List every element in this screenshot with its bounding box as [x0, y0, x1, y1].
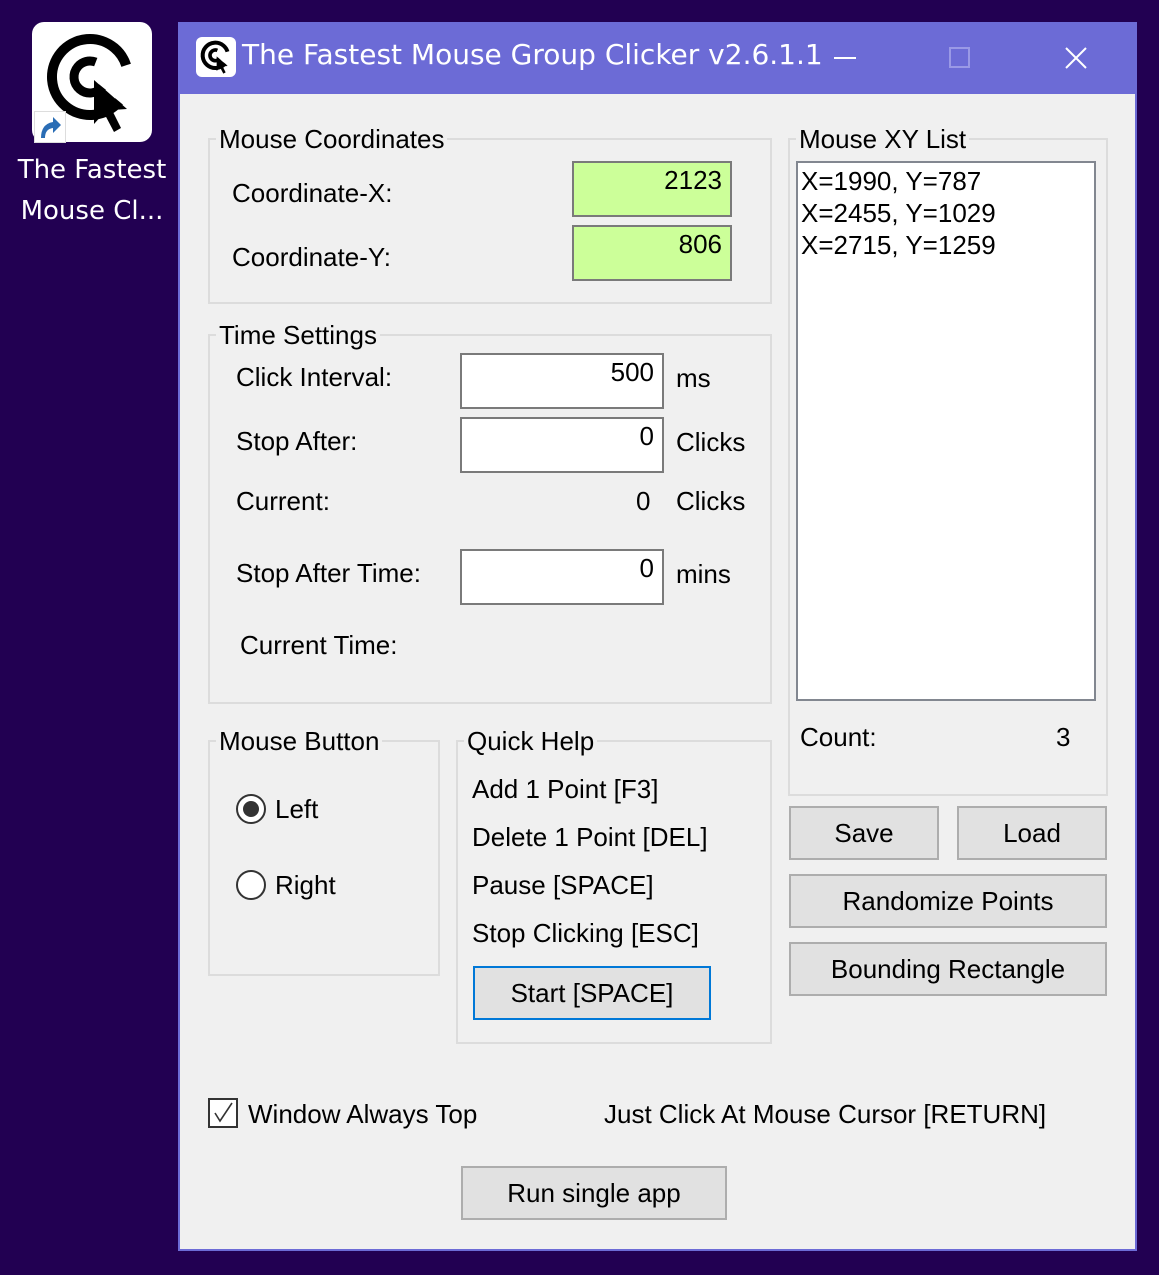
help-stop-clicking: Stop Clicking [ESC]	[472, 918, 699, 948]
stop-after-unit: Clicks	[676, 427, 746, 457]
mouse-xy-list-title: Mouse XY List	[796, 124, 970, 154]
title-bar[interactable]: The Fastest Mouse Group Clicker v2.6.1.1	[178, 22, 1137, 94]
randomize-points-button[interactable]: Randomize Points	[789, 874, 1107, 928]
help-delete-point: Delete 1 Point [DEL]	[472, 822, 708, 852]
radio-right-circle[interactable]	[236, 870, 266, 900]
radio-left[interactable]: Left	[236, 792, 416, 826]
count-value: 3	[1056, 722, 1071, 752]
mouse-button-title: Mouse Button	[216, 726, 383, 756]
desktop-shortcut-label[interactable]: The Fastest Mouse Cl...	[10, 150, 174, 232]
just-click-label: Just Click At Mouse Cursor [RETURN]	[604, 1099, 1047, 1129]
radio-right[interactable]: Right	[236, 868, 416, 902]
list-item[interactable]: X=1990, Y=787	[801, 165, 1091, 197]
checkbox-box[interactable]	[208, 1098, 238, 1128]
load-button[interactable]: Load	[957, 806, 1107, 860]
window-always-top-checkbox[interactable]: Window Always Top	[208, 1096, 508, 1132]
window-always-top-label: Window Always Top	[248, 1099, 478, 1129]
coordinate-x-field: 2123	[572, 161, 732, 217]
shortcut-label-line1: The Fastest	[17, 155, 167, 185]
stop-after-time-input[interactable]: 0	[460, 549, 664, 605]
coordinate-y-field: 806	[572, 225, 732, 281]
radio-right-label: Right	[275, 870, 336, 900]
radio-selected-dot	[243, 801, 259, 817]
mouse-coordinates-title: Mouse Coordinates	[216, 124, 448, 154]
current-time-label: Current Time:	[240, 630, 398, 660]
stop-after-label: Stop After:	[236, 426, 358, 456]
xy-listbox[interactable]: X=1990, Y=787 X=2455, Y=1029 X=2715, Y=1…	[796, 161, 1096, 701]
click-interval-label: Click Interval:	[236, 362, 393, 392]
quick-help-title: Quick Help	[464, 726, 598, 756]
minimize-button[interactable]	[790, 22, 900, 94]
coordinate-y-label: Coordinate-Y:	[232, 242, 391, 272]
maximize-button[interactable]	[905, 22, 1015, 94]
radio-left-label: Left	[275, 794, 319, 824]
help-pause: Pause [SPACE]	[472, 870, 654, 900]
click-interval-unit: ms	[676, 363, 711, 393]
app-icon	[196, 37, 236, 77]
save-button[interactable]: Save	[789, 806, 939, 860]
current-unit: Clicks	[676, 486, 746, 516]
stop-after-input[interactable]: 0	[460, 417, 664, 473]
mouse-button-group: Mouse Button	[208, 726, 440, 976]
app-window: The Fastest Mouse Group Clicker v2.6.1.1…	[178, 22, 1137, 1251]
list-item[interactable]: X=2455, Y=1029	[801, 197, 1091, 229]
radio-left-circle[interactable]	[236, 794, 266, 824]
close-button[interactable]	[1021, 22, 1131, 94]
bounding-rectangle-button[interactable]: Bounding Rectangle	[789, 942, 1107, 996]
checkmark-icon	[214, 1102, 233, 1123]
click-interval-input[interactable]: 500	[460, 353, 664, 409]
window-title: The Fastest Mouse Group Clicker v2.6.1.1	[242, 38, 823, 71]
current-label: Current:	[236, 486, 330, 516]
close-icon	[1065, 47, 1087, 69]
stop-after-time-label: Stop After Time:	[236, 558, 421, 588]
coordinate-x-label: Coordinate-X:	[232, 178, 393, 208]
time-settings-title: Time Settings	[216, 320, 380, 350]
current-value: 0	[636, 486, 651, 516]
client-area: Mouse Coordinates Coordinate-X: 2123 Coo…	[180, 94, 1135, 1249]
shortcut-arrow-icon	[34, 111, 66, 143]
run-single-app-button[interactable]: Run single app	[461, 1166, 727, 1220]
stop-after-time-unit: mins	[676, 559, 731, 589]
start-button[interactable]: Start [SPACE]	[473, 966, 711, 1020]
shortcut-label-line2: Mouse Cl...	[20, 196, 164, 226]
minimize-icon	[834, 57, 856, 59]
help-add-point: Add 1 Point [F3]	[472, 774, 659, 804]
list-item[interactable]: X=2715, Y=1259	[801, 229, 1091, 261]
maximize-icon	[949, 47, 970, 68]
count-label: Count:	[800, 722, 877, 752]
